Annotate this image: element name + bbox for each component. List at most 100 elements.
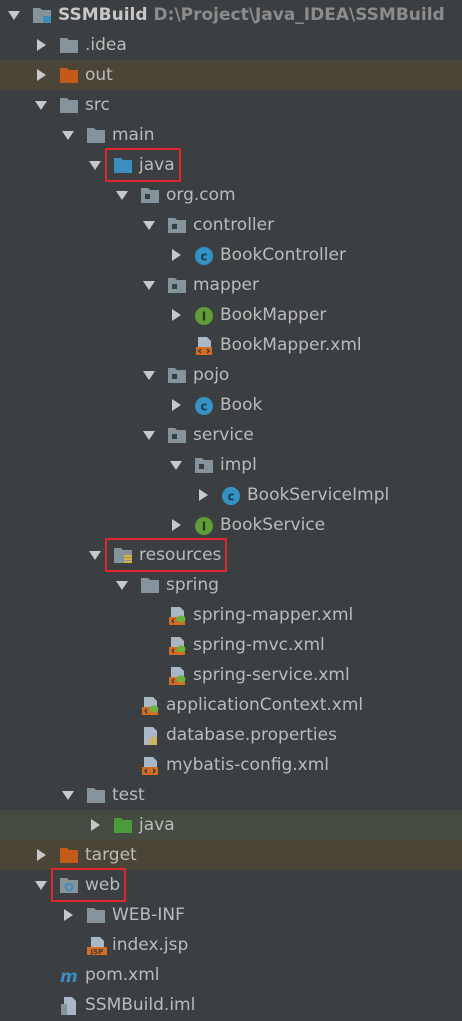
tree-node-label: spring-mapper.xml [193,604,353,626]
expand-arrow-icon[interactable] [34,37,48,53]
collapse-arrow-icon[interactable] [142,427,156,443]
folder-icon [86,126,106,144]
collapse-arrow-icon[interactable] [142,217,156,233]
spring-xml-icon [167,666,187,685]
interface-icon: I [194,306,214,325]
expand-arrow-icon[interactable] [169,307,183,323]
tree-node-label: BookController [220,244,346,266]
tree-node-resources[interactable]: resources [0,538,462,572]
collapse-arrow-icon[interactable] [142,367,156,383]
svg-text:c: c [227,490,234,504]
folder-icon [86,786,106,804]
expand-arrow-icon[interactable] [169,247,183,263]
tree-node-label: java [139,814,175,836]
tree-node-label: test [112,784,145,806]
tree-node-spring[interactable]: spring [0,570,462,600]
jsp-file-icon: JSP [86,936,107,956]
node-name: controller [193,215,275,235]
collapse-arrow-icon[interactable] [61,127,75,143]
tree-node-org-com[interactable]: org.com [0,180,462,210]
package-icon [167,366,187,384]
tree-node-service[interactable]: service [0,420,462,450]
tree-node-idea[interactable]: .idea [0,30,462,60]
tree-node-bookserviceimpl[interactable]: c BookServiceImpl [0,480,462,510]
tree-node-bookmapper[interactable]: I BookMapper [0,300,462,330]
tree-node-ssmbuild-iml[interactable]: SSMBuild.iml [0,990,462,1020]
tree-node-applicationcontext-xml[interactable]: applicationContext.xml [0,690,462,720]
resources-root-folder-icon [113,546,133,564]
collapse-arrow-icon[interactable] [34,97,48,113]
tree-node-label: resources [139,544,221,566]
class-icon: c [194,246,214,265]
svg-text:I: I [202,310,206,324]
collapse-arrow-icon[interactable] [88,547,102,563]
tree-node-web-inf[interactable]: WEB-INF [0,900,462,930]
expand-arrow-icon[interactable] [169,397,183,413]
tree-node-label: BookMapper [220,304,326,326]
expand-arrow-icon[interactable] [61,907,75,923]
node-name: BookService [220,515,326,535]
package-icon [167,276,187,294]
tree-node-pom-xml[interactable]: m pom.xml [0,960,462,990]
tree-node-label: WEB-INF [112,904,185,926]
collapse-arrow-icon[interactable] [115,187,129,203]
tree-node-target[interactable]: target [0,840,462,870]
node-name: service [193,425,254,445]
tree-node-main[interactable]: main [0,120,462,150]
tree-node-label: target [85,844,137,866]
tree-node-bookcontroller[interactable]: c BookController [0,240,462,270]
excluded-folder-icon [59,66,79,84]
tree-node-label: database.properties [166,724,337,746]
tree-node-java[interactable]: java [0,810,462,840]
tree-node-ssmbuild[interactable]: SSMBuild D:\Project\Java_IDEA\SSMBuild [0,0,462,30]
expand-arrow-icon[interactable] [169,517,183,533]
class-icon: c [221,486,241,505]
collapse-arrow-icon[interactable] [7,7,21,23]
interface-icon: I [194,516,214,535]
tree-node-label: spring-service.xml [193,664,350,686]
tree-node-src[interactable]: src [0,90,462,120]
node-name: spring-mapper.xml [193,605,354,625]
tree-node-impl[interactable]: impl [0,450,462,480]
tree-node-mybatis-config-xml[interactable]: mybatis-config.xml [0,750,462,780]
svg-text:c: c [200,400,207,414]
expand-arrow-icon[interactable] [196,487,210,503]
node-name: mapper [193,275,260,295]
svg-text:JSP: JSP [90,948,104,956]
tree-node-label: service [193,424,254,446]
tree-node-test[interactable]: test [0,780,462,810]
tree-node-web[interactable]: web [0,868,462,902]
node-name: spring [166,575,219,595]
collapse-arrow-icon[interactable] [142,277,156,293]
tree-node-label: .idea [85,34,127,56]
collapse-arrow-icon[interactable] [34,877,48,893]
collapse-arrow-icon[interactable] [88,157,102,173]
tree-node-java[interactable]: java [0,148,462,182]
expand-arrow-icon[interactable] [88,817,102,833]
tree-node-spring-mapper-xml[interactable]: spring-mapper.xml [0,600,462,630]
collapse-arrow-icon[interactable] [61,787,75,803]
tree-node-spring-mvc-xml[interactable]: spring-mvc.xml [0,630,462,660]
web-folder-icon [59,876,79,894]
tree-node-database-properties[interactable]: database.properties [0,720,462,750]
tree-node-pojo[interactable]: pojo [0,360,462,390]
test-source-folder-icon [113,816,133,834]
tree-node-index-jsp[interactable]: JSP index.jsp [0,930,462,960]
collapse-arrow-icon[interactable] [115,577,129,593]
tree-node-label: SSMBuild D:\Project\Java_IDEA\SSMBuild [58,4,445,26]
tree-node-bookservice[interactable]: I BookService [0,510,462,540]
tree-node-controller[interactable]: controller [0,210,462,240]
tree-node-bookmapper-xml[interactable]: BookMapper.xml [0,330,462,360]
tree-node-spring-service-xml[interactable]: spring-service.xml [0,660,462,690]
tree-node-label: impl [220,454,257,476]
iml-file-icon [59,996,79,1015]
tree-node-book[interactable]: c Book [0,390,462,420]
expand-arrow-icon[interactable] [34,67,48,83]
collapse-arrow-icon[interactable] [169,457,183,473]
folder-icon [59,96,79,114]
node-name: database.properties [166,725,337,745]
expand-arrow-icon[interactable] [34,847,48,863]
node-name: pojo [193,365,230,385]
tree-node-mapper[interactable]: mapper [0,270,462,300]
tree-node-out[interactable]: out [0,60,462,90]
